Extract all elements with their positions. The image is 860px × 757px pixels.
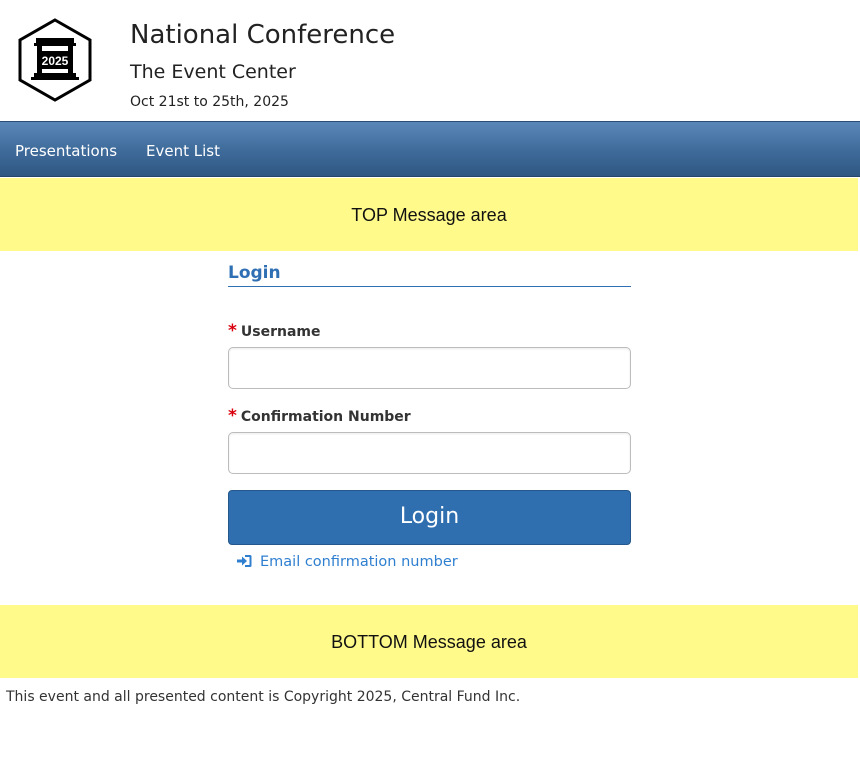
confirmation-number-input[interactable] (228, 432, 631, 474)
required-marker: * (228, 406, 237, 426)
bottom-message-area: BOTTOM Message area (0, 605, 858, 678)
conference-venue: The Event Center (130, 61, 296, 83)
username-input[interactable] (228, 347, 631, 389)
logo-year-text: 2025 (41, 54, 69, 68)
top-message-area: TOP Message area (0, 178, 858, 251)
conference-logo: 2025 (17, 17, 93, 103)
nav-item-event-list[interactable]: Event List (146, 122, 220, 176)
copyright-footer: This event and all presented content is … (6, 689, 521, 705)
conference-title: National Conference (130, 20, 396, 50)
username-label-text: Username (240, 324, 321, 340)
login-heading: Login (228, 262, 631, 287)
main-navbar: Presentations Event List (0, 121, 860, 177)
email-confirmation-link[interactable]: Email confirmation number (236, 551, 458, 573)
login-button[interactable]: Login (228, 490, 631, 545)
page-header: 2025 National Conference The Event Cente… (0, 0, 860, 121)
required-marker: * (228, 321, 237, 341)
nav-item-presentations[interactable]: Presentations (15, 122, 117, 176)
email-confirmation-link-text[interactable]: Email confirmation number (260, 554, 458, 570)
confirmation-number-label: * Confirmation Number (228, 406, 411, 427)
conference-dates: Oct 21st to 25th, 2025 (130, 94, 289, 110)
sign-in-icon (237, 555, 252, 567)
username-label: * Username (228, 321, 321, 342)
confirmation-number-label-text: Confirmation Number (240, 409, 411, 425)
